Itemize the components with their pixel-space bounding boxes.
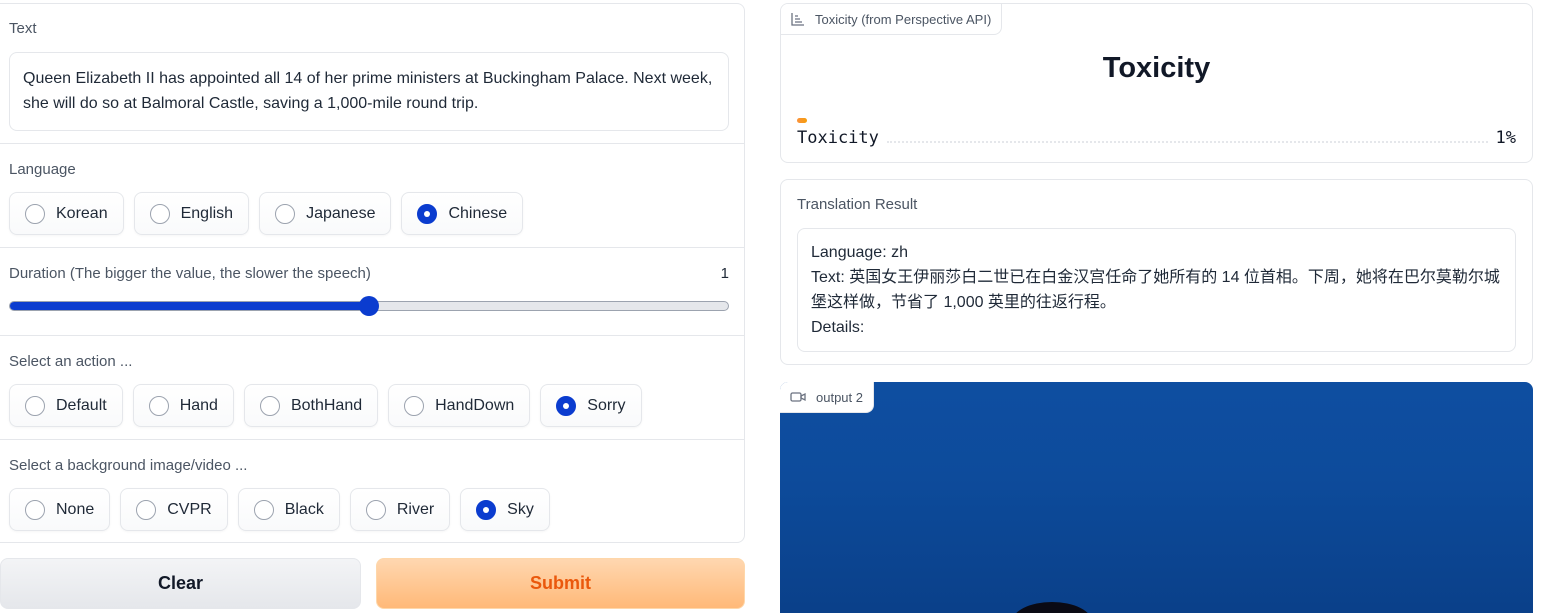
video-output[interactable]: output 2 <box>780 382 1533 613</box>
text-block: Text Queen Elizabeth II has appointed al… <box>0 4 744 144</box>
background-radio-group: None CVPR Black River Sky <box>9 488 550 531</box>
radio-option-label: Korean <box>56 204 108 222</box>
video-camera-icon <box>790 392 806 402</box>
language-label: Language <box>9 161 76 178</box>
radio-indicator[interactable] <box>136 499 157 520</box>
translation-text-line: Text: 英国女王伊丽莎白二世已在白金汉宫任命了她所有的 14 位首相。下周，… <box>811 269 1500 311</box>
radio-indicator[interactable] <box>404 395 425 416</box>
radio-indicator[interactable] <box>149 203 170 224</box>
toxicity-title: Toxicity <box>1102 52 1211 84</box>
language-option-chinese[interactable]: Chinese <box>401 192 524 235</box>
translation-card: Translation Result Language: zh Text: 英国… <box>780 179 1533 365</box>
action-option-hand[interactable]: Hand <box>132 384 234 427</box>
radio-indicator[interactable] <box>417 203 438 224</box>
radio-option-label: Black <box>284 500 324 518</box>
text-label: Text <box>9 20 37 37</box>
radio-option-label: Sorry <box>587 396 626 414</box>
radio-option-label: HandDown <box>435 396 515 414</box>
background-option-none[interactable]: None <box>9 488 111 531</box>
radio-option-label: BothHand <box>290 396 363 414</box>
toxicity-leader <box>886 141 1488 143</box>
duration-label: Duration (The bigger the value, the slow… <box>9 265 371 282</box>
toxicity-tag-label: Toxicity (from Perspective API) <box>815 11 992 27</box>
radio-option-label: River <box>396 500 435 518</box>
background-block: Select a background image/video ... None… <box>0 440 744 542</box>
duration-slider-thumb[interactable] <box>359 296 379 316</box>
radio-indicator[interactable] <box>253 499 274 520</box>
radio-option-label: English <box>180 204 234 222</box>
radio-option-label: CVPR <box>167 500 212 518</box>
radio-indicator[interactable] <box>148 395 169 416</box>
background-option-sky[interactable]: Sky <box>460 488 550 531</box>
toxicity-tag: Toxicity (from Perspective API) <box>781 4 1003 35</box>
translation-label: Translation Result <box>797 196 918 213</box>
radio-indicator[interactable] <box>275 203 296 224</box>
toxicity-item-value: 1% <box>1495 128 1516 148</box>
radio-option-label: Chinese <box>448 204 508 222</box>
action-option-sorry[interactable]: Sorry <box>540 384 642 427</box>
translation-output[interactable]: Language: zh Text: 英国女王伊丽莎白二世已在白金汉宫任命了她所… <box>797 228 1516 352</box>
video-tag-label: output 2 <box>816 389 863 405</box>
radio-indicator[interactable] <box>25 499 45 520</box>
action-radio-group: Default Hand BothHand HandDown Sorry <box>9 384 642 427</box>
input-panel: Text Queen Elizabeth II has appointed al… <box>0 3 745 543</box>
background-option-black[interactable]: Black <box>237 488 340 531</box>
action-label: Select an action ... <box>9 353 133 370</box>
radio-indicator[interactable] <box>25 395 45 416</box>
duration-value[interactable]: 1 <box>721 265 729 282</box>
background-option-river[interactable]: River <box>349 488 451 531</box>
translation-language-line: Language: zh <box>811 244 908 261</box>
action-block: Select an action ... Default Hand BothHand… <box>0 336 744 440</box>
language-option-japanese[interactable]: Japanese <box>259 192 392 235</box>
radio-option-label: Default <box>56 396 107 414</box>
translation-details-line: Details: <box>811 319 865 336</box>
language-block: Language Korean English Japanese Chinese <box>0 144 744 248</box>
radio-option-label: Japanese <box>306 204 376 222</box>
radio-option-label: Hand <box>179 396 218 414</box>
text-input[interactable]: Queen Elizabeth II has appointed all 14 … <box>9 52 729 131</box>
video-subject <box>1012 602 1092 613</box>
action-option-bothhand[interactable]: BothHand <box>243 384 379 427</box>
toxicity-bar <box>797 118 807 123</box>
language-radio-group: Korean English Japanese Chinese <box>9 192 524 235</box>
video-tag: output 2 <box>780 382 874 413</box>
clear-button[interactable]: Clear <box>0 558 361 609</box>
language-option-korean[interactable]: Korean <box>9 192 124 235</box>
toxicity-card: Toxicity (from Perspective API) Toxicity… <box>780 3 1533 163</box>
background-label: Select a background image/video ... <box>9 457 248 474</box>
action-option-handdown[interactable]: HandDown <box>388 384 531 427</box>
bar-chart-icon <box>791 13 804 26</box>
radio-indicator[interactable] <box>556 395 577 416</box>
radio-indicator[interactable] <box>259 395 280 416</box>
background-option-cvpr[interactable]: CVPR <box>120 488 228 531</box>
toxicity-item-label: Toxicity <box>797 128 879 148</box>
language-option-english[interactable]: English <box>133 192 250 235</box>
radio-option-label: Sky <box>507 500 534 518</box>
radio-option-label: None <box>56 500 95 518</box>
submit-button[interactable]: Submit <box>376 558 745 609</box>
radio-indicator[interactable] <box>365 499 386 520</box>
duration-slider-fill <box>10 302 369 310</box>
toxicity-row: Toxicity 1% <box>797 128 1516 148</box>
duration-block: Duration (The bigger the value, the slow… <box>0 248 744 336</box>
action-option-default[interactable]: Default <box>9 384 123 427</box>
radio-indicator[interactable] <box>476 499 497 520</box>
radio-indicator[interactable] <box>25 203 45 224</box>
